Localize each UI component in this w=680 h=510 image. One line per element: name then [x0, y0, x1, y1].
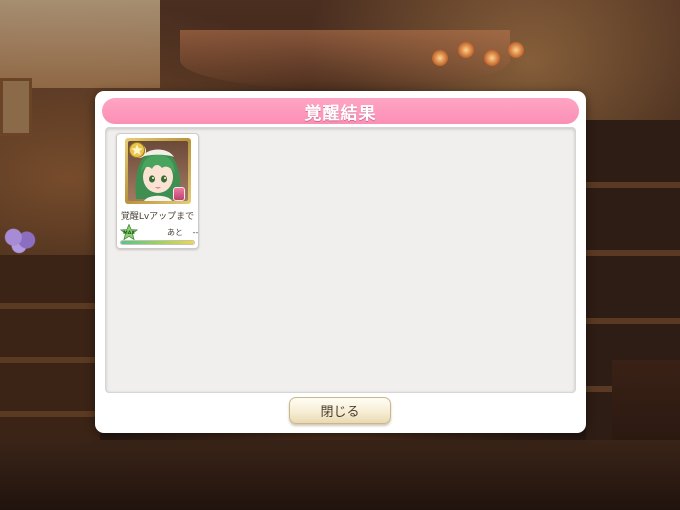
portrait-frame [125, 138, 191, 204]
awakening-result-dialog: 覚醒結果 覚醒Lvアップまで MAX あと -- 閉じる [95, 91, 586, 433]
max-badge-text: MAX [123, 230, 135, 236]
background-window [0, 0, 160, 88]
background-bookshelf-left [0, 255, 100, 445]
awakening-progress-fill [121, 241, 194, 244]
results-panel: 覚醒Lvアップまで MAX あと -- [105, 127, 576, 393]
max-star-icon: MAX [120, 224, 138, 240]
chandelier [428, 20, 528, 90]
remaining-value: -- [192, 228, 199, 237]
character-result-card[interactable]: 覚醒Lvアップまで MAX あと -- [116, 133, 199, 249]
character-portrait [128, 141, 188, 201]
background-picture-frame [0, 78, 32, 136]
awakening-level-label: 覚醒Lvアップまで [120, 212, 195, 222]
background-flowers [2, 226, 40, 254]
remaining-label: あと [167, 228, 183, 237]
close-button[interactable]: 閉じる [289, 397, 391, 424]
background-floor [0, 440, 680, 510]
weapon-icon [173, 187, 185, 201]
remaining-row: あと -- [167, 227, 198, 238]
dialog-title: 覚醒結果 [304, 103, 377, 124]
dialog-header: 覚醒結果 [102, 98, 579, 124]
awakening-progress-bar [120, 240, 195, 245]
gold-medal-icon [129, 142, 145, 158]
